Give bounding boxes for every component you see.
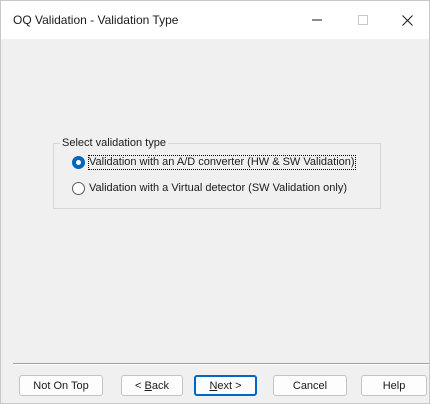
group-legend: Select validation type bbox=[60, 137, 168, 149]
validation-type-group: Select validation type Validation with a… bbox=[53, 137, 381, 209]
back-prefix: < bbox=[135, 379, 145, 392]
maximize-button bbox=[341, 1, 385, 39]
back-mnemonic: B bbox=[144, 379, 152, 392]
cancel-button[interactable]: Cancel bbox=[273, 375, 347, 396]
window-title: OQ Validation - Validation Type bbox=[13, 13, 179, 27]
back-label: < Back bbox=[135, 380, 169, 392]
next-label: Next > bbox=[209, 380, 241, 392]
back-rest: ack bbox=[151, 379, 169, 392]
next-button[interactable]: Next > bbox=[194, 375, 257, 396]
radio-label-ad-converter[interactable]: Validation with an A/D converter (HW & S… bbox=[88, 155, 356, 170]
help-button[interactable]: Help bbox=[361, 375, 427, 396]
button-separator bbox=[13, 363, 429, 365]
help-label: Help bbox=[382, 379, 406, 392]
back-button[interactable]: < Back bbox=[121, 375, 183, 396]
minimize-button[interactable] bbox=[295, 1, 339, 39]
radio-option-ad-converter[interactable]: Validation with an A/D converter (HW & S… bbox=[72, 155, 356, 170]
radio-label-virtual-detector[interactable]: Validation with a Virtual detector (SW V… bbox=[89, 182, 347, 195]
close-icon bbox=[401, 14, 413, 26]
cancel-label: Cancel bbox=[292, 379, 328, 392]
not-on-top-button[interactable]: Not On Top bbox=[19, 375, 103, 396]
radio-checked-icon[interactable] bbox=[72, 156, 85, 169]
dialog-window: OQ Validation - Validation Type Select v… bbox=[0, 0, 430, 404]
maximize-icon bbox=[358, 15, 368, 25]
not-on-top-label: Not On Top bbox=[33, 379, 89, 392]
close-button[interactable] bbox=[385, 1, 429, 39]
radio-option-virtual-detector[interactable]: Validation with a Virtual detector (SW V… bbox=[72, 182, 347, 195]
minimize-icon bbox=[312, 19, 322, 21]
radio-unchecked-icon[interactable] bbox=[72, 182, 85, 195]
next-rest: ext > bbox=[217, 379, 242, 392]
title-bar[interactable]: OQ Validation - Validation Type bbox=[1, 1, 429, 39]
